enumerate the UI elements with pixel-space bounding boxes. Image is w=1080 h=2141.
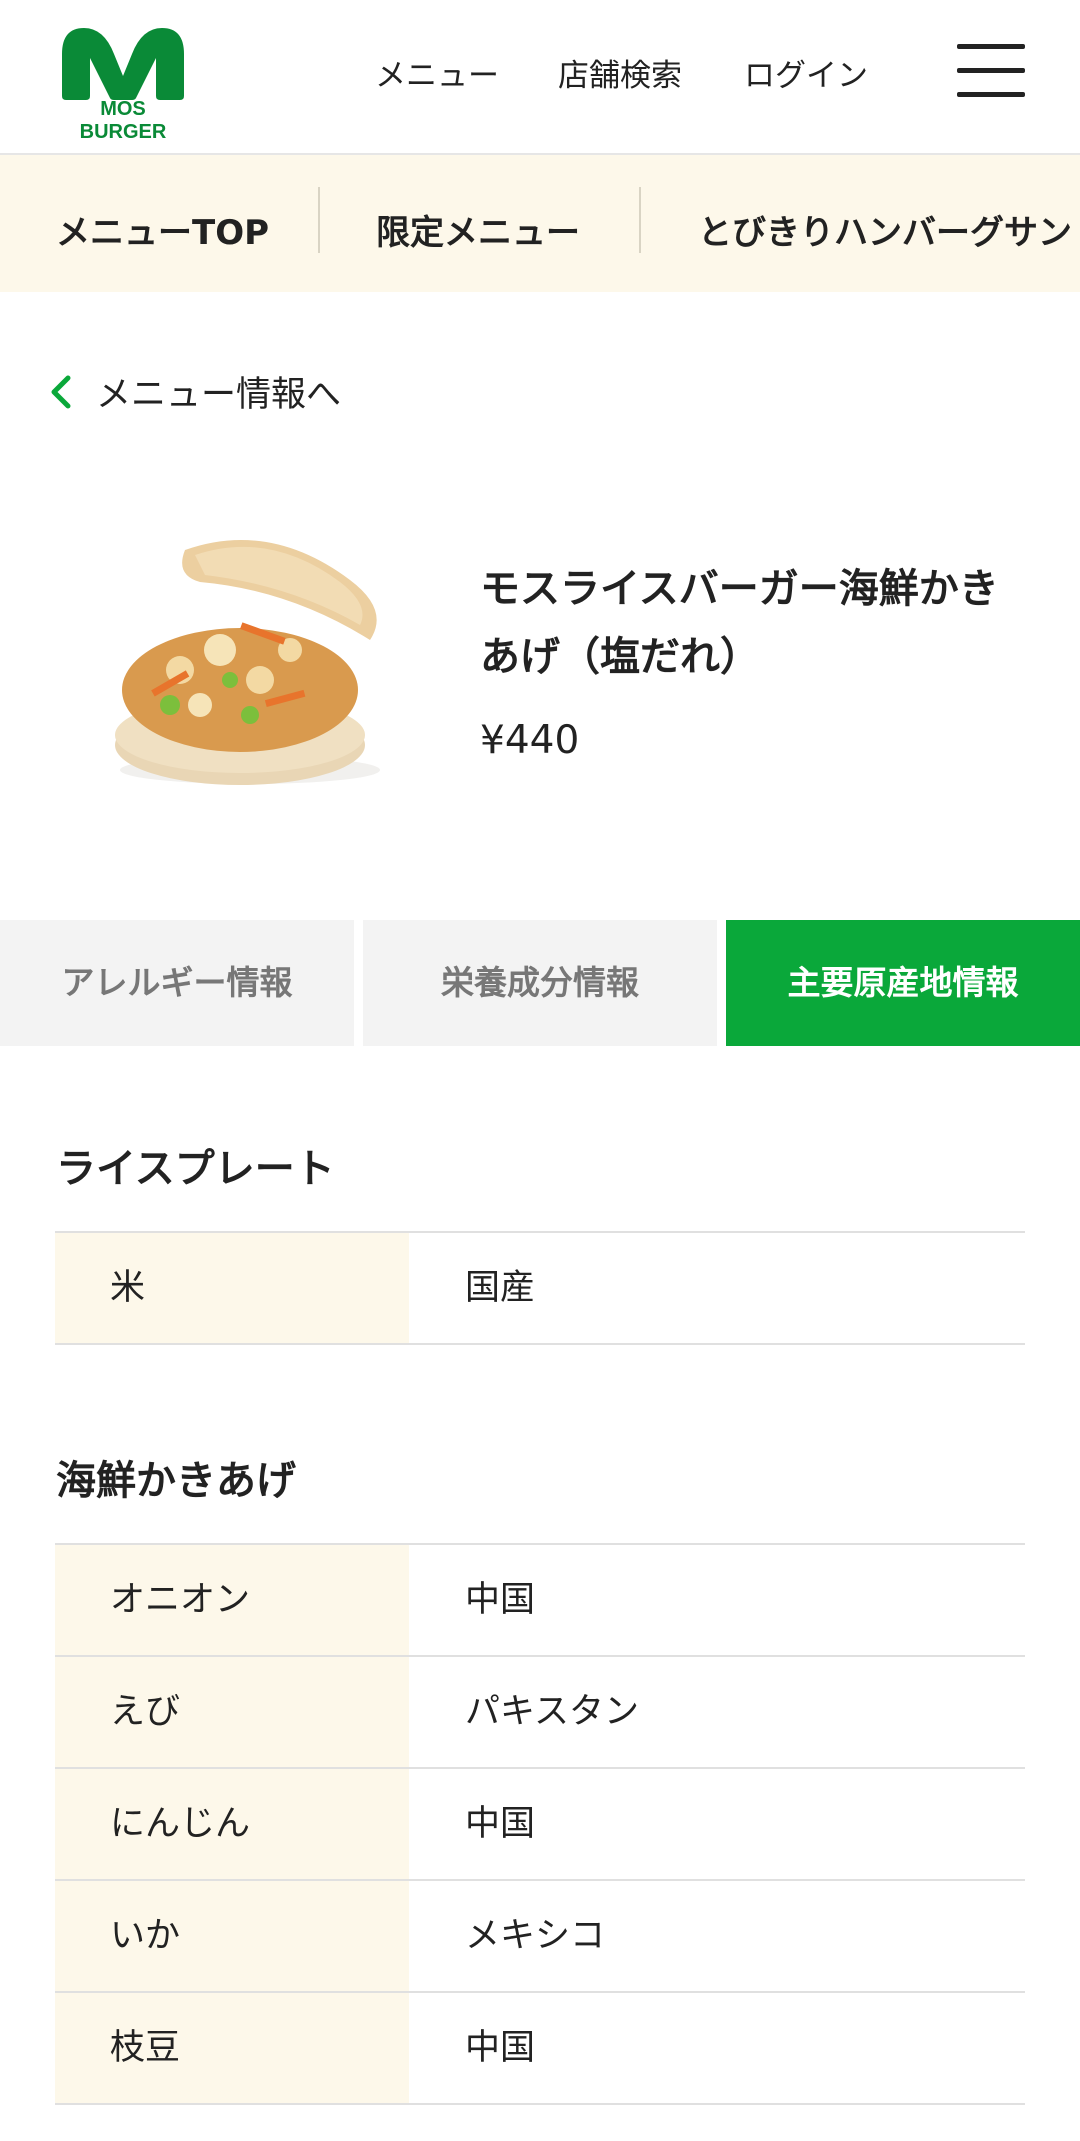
tab-nutrition-info[interactable]: 栄養成分情報 bbox=[363, 920, 717, 1046]
category-menu-top[interactable]: メニューTOP bbox=[56, 205, 269, 254]
product-name: モスライスバーガー海鮮かきあげ（塩だれ） bbox=[480, 566, 999, 680]
chevron-left-icon bbox=[48, 372, 96, 421]
table-row: いか メキシコ bbox=[55, 1881, 1025, 1993]
origin-cell: 中国 bbox=[465, 2028, 536, 2068]
origin-cell: 中国 bbox=[465, 1580, 536, 1620]
nav-store-search-link[interactable]: 店舗検索 bbox=[558, 50, 682, 95]
nav-menu-link[interactable]: メニュー bbox=[375, 50, 499, 95]
table-row: 枝豆 中国 bbox=[55, 1993, 1025, 2105]
ingredient-cell: 枝豆 bbox=[55, 1993, 409, 2103]
mos-burger-logo[interactable]: MOS BURGER bbox=[56, 24, 190, 143]
section-title-seafood-kakiage: 海鮮かきあげ bbox=[56, 1458, 296, 1504]
origin-table-rice-plate: 米 国産 bbox=[55, 1231, 1025, 1345]
table-row: 米 国産 bbox=[55, 1233, 1025, 1345]
table-row: にんじん 中国 bbox=[55, 1769, 1025, 1881]
logo-mark bbox=[62, 28, 184, 100]
logo-text: MOS BURGER bbox=[79, 98, 167, 143]
ingredient-cell: オニオン bbox=[55, 1545, 409, 1655]
tab-allergy-info[interactable]: アレルギー情報 bbox=[0, 920, 354, 1046]
origin-cell: 国産 bbox=[465, 1268, 536, 1308]
back-link-label: メニュー情報へ bbox=[96, 375, 342, 415]
category-bar: メニューTOP 限定メニュー とびきりハンバーグサン bbox=[0, 155, 1080, 292]
category-divider bbox=[639, 187, 641, 253]
origin-cell: メキシコ bbox=[465, 1916, 606, 1956]
ingredient-cell: えび bbox=[55, 1657, 409, 1767]
product-price: ¥440 bbox=[480, 718, 580, 763]
ingredient-cell: いか bbox=[55, 1881, 409, 1991]
category-hamburg-sandwich[interactable]: とびきりハンバーグサン bbox=[698, 205, 1072, 254]
ingredient-cell: にんじん bbox=[55, 1769, 409, 1879]
section-title-rice-plate: ライスプレート bbox=[56, 1146, 335, 1192]
hamburger-icon[interactable] bbox=[957, 44, 1025, 100]
product-image bbox=[90, 520, 410, 800]
table-row: えび パキスタン bbox=[55, 1657, 1025, 1769]
table-row: オニオン 中国 bbox=[55, 1545, 1025, 1657]
origin-table-seafood-kakiage: オニオン 中国 えび パキスタン にんじん 中国 いか メキシコ 枝豆 中国 bbox=[55, 1543, 1025, 2105]
back-to-menu-info-link[interactable]: メニュー情報へ bbox=[48, 366, 341, 421]
category-divider bbox=[318, 187, 320, 253]
origin-cell: パキスタン bbox=[465, 1692, 639, 1732]
ingredient-cell: 米 bbox=[55, 1233, 409, 1343]
tab-origin-info[interactable]: 主要原産地情報 bbox=[726, 920, 1080, 1046]
nav-login-link[interactable]: ログイン bbox=[744, 50, 868, 95]
origin-cell: 中国 bbox=[465, 1804, 536, 1844]
category-limited-menu[interactable]: 限定メニュー bbox=[376, 205, 580, 254]
site-header: MOS BURGER メニュー 店舗検索 ログイン bbox=[0, 0, 1080, 155]
